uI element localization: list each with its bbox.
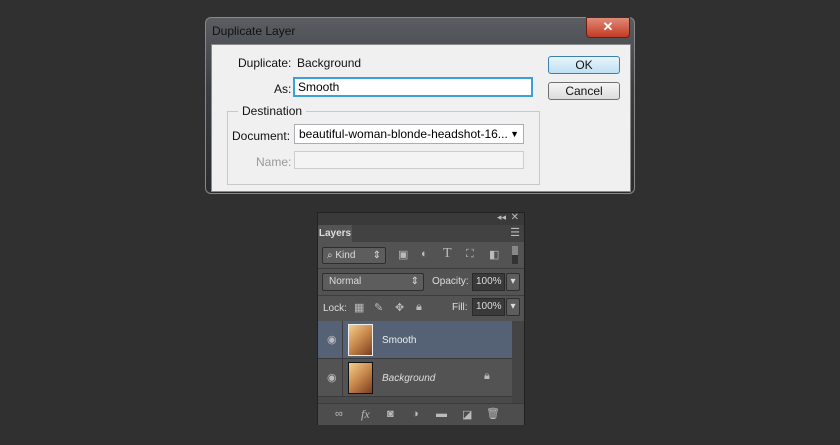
- blend-mode-select[interactable]: Normal ⇕: [322, 273, 424, 291]
- opacity-input[interactable]: 100%: [472, 273, 505, 291]
- filter-toggle[interactable]: [512, 246, 518, 264]
- ok-button[interactable]: OK: [548, 56, 620, 74]
- lock-transparency-icon[interactable]: ▦: [354, 301, 364, 314]
- filter-value: Kind: [335, 250, 356, 261]
- name-label: Name:: [256, 155, 292, 169]
- divider: [342, 321, 343, 358]
- panel-footer: ∞ fx ◙ ◑ ▬ ◪ 🗑︎: [318, 403, 524, 425]
- duplicate-value: Background: [297, 56, 362, 70]
- close-button[interactable]: ✕: [586, 17, 630, 38]
- layer-name[interactable]: Background: [382, 373, 435, 384]
- close-icon[interactable]: ✕: [511, 212, 519, 223]
- document-label: Document:: [232, 129, 291, 143]
- duplicate-layer-dialog: Duplicate Layer ✕ Duplicate: Background …: [205, 17, 635, 194]
- link-layers-icon[interactable]: ∞: [335, 408, 343, 420]
- as-input[interactable]: [293, 77, 533, 97]
- layer-thumbnail: [348, 362, 373, 394]
- document-value: beautiful-woman-blonde-headshot-16...: [299, 127, 508, 141]
- layers-list: ◉ Smooth ◉ Background 🔒︎: [318, 321, 512, 409]
- fill-label: Fill:: [452, 302, 468, 313]
- shape-filter-icon[interactable]: ⛶: [466, 248, 474, 261]
- new-group-folder-icon[interactable]: ▬: [436, 408, 447, 420]
- cancel-button[interactable]: Cancel: [548, 82, 620, 100]
- type-filter-icon[interactable]: T: [443, 246, 452, 262]
- adjustment-layer-icon[interactable]: ◑: [412, 408, 419, 420]
- visibility-eye-icon[interactable]: ◉: [327, 371, 337, 384]
- layer-name[interactable]: Smooth: [382, 335, 416, 346]
- filter-kind-select[interactable]: ⌕ Kind ⇕: [322, 247, 386, 264]
- layers-panel: ◂◂ ✕ Layers ☰ ⌕ Kind ⇕ ▣ ◐ T ⛶ ◧ Normal ⇕ …: [317, 212, 525, 425]
- fill-input[interactable]: 100%: [472, 298, 505, 316]
- dialog-title: Duplicate Layer: [212, 24, 296, 38]
- destination-label: Destination: [238, 104, 307, 118]
- name-input[interactable]: [294, 151, 524, 169]
- as-label: As:: [274, 82, 292, 96]
- smart-object-filter-icon[interactable]: ◧: [489, 248, 499, 261]
- blend-mode-value: Normal: [329, 276, 362, 287]
- layer-lock-icon: 🔒︎: [484, 370, 490, 382]
- document-select[interactable]: beautiful-woman-blonde-headshot-16... ▼: [294, 124, 524, 144]
- duplicate-label: Duplicate:: [238, 56, 292, 70]
- layer-row-background[interactable]: ◉ Background 🔒︎: [318, 359, 512, 397]
- fx-icon[interactable]: fx: [361, 407, 370, 422]
- scrollbar[interactable]: [512, 321, 524, 409]
- opacity-label: Opacity:: [432, 276, 469, 287]
- layer-row-smooth[interactable]: ◉ Smooth: [318, 321, 512, 359]
- dialog-body: Duplicate: Background As: OK Cancel Dest…: [211, 44, 631, 192]
- lock-label: Lock:: [323, 303, 347, 314]
- divider: [318, 295, 524, 296]
- visibility-eye-icon[interactable]: ◉: [327, 333, 337, 346]
- lock-all-icon[interactable]: 🔒︎: [416, 301, 422, 314]
- add-mask-icon[interactable]: ◙: [387, 408, 394, 420]
- adjustment-filter-icon[interactable]: ◐: [421, 248, 428, 260]
- panel-header: ◂◂ ✕: [318, 212, 524, 225]
- tab-layers[interactable]: Layers: [318, 225, 352, 242]
- divider: [342, 359, 343, 396]
- lock-position-icon[interactable]: ✥: [395, 301, 404, 314]
- layer-thumbnail: [348, 324, 373, 356]
- delete-trash-icon[interactable]: 🗑︎: [486, 407, 500, 420]
- chevron-down-icon: ▼: [510, 129, 519, 139]
- divider: [318, 268, 524, 269]
- tab-bar: Layers ☰: [318, 225, 524, 242]
- new-layer-icon[interactable]: ◪: [462, 408, 472, 421]
- lock-pixels-brush-icon[interactable]: ✎: [374, 301, 383, 314]
- image-filter-icon[interactable]: ▣: [398, 248, 408, 261]
- destination-group: [227, 111, 540, 185]
- panel-menu-icon[interactable]: ☰: [510, 226, 520, 239]
- opacity-dropdown[interactable]: ▾: [506, 273, 520, 291]
- collapse-icon[interactable]: ◂◂: [497, 212, 506, 223]
- fill-dropdown[interactable]: ▾: [506, 298, 520, 316]
